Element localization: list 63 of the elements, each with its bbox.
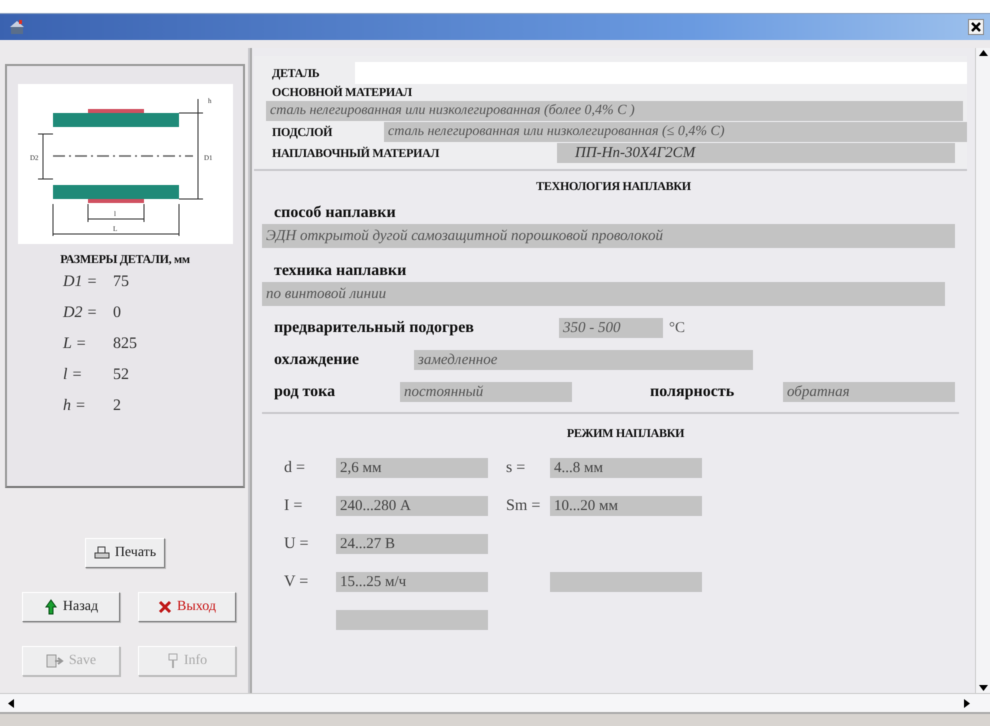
- parameter-label: I =: [284, 497, 304, 515]
- dimension-symbol: D2 =: [63, 304, 98, 322]
- sublayer-field[interactable]: сталь нелегированная или низколегированная (≤ 0,4% С): [384, 122, 967, 142]
- close-icon: [158, 600, 172, 614]
- dimension-value: 0: [113, 304, 121, 322]
- section-title: ТЕХНОЛОГИЯ НАПЛАВКИ: [535, 179, 692, 194]
- filler-material-field[interactable]: ПП-Нп-30Х4Г2СМ: [557, 143, 955, 163]
- parameter-field[interactable]: [336, 610, 488, 630]
- unit-label: °С: [669, 320, 686, 336]
- vertical-scrollbar[interactable]: [975, 48, 990, 693]
- sign-icon: [166, 653, 179, 669]
- parameter-field[interactable]: 4...8 мм: [550, 458, 702, 478]
- back-button[interactable]: Назад: [22, 592, 120, 622]
- house-icon: [10, 20, 24, 34]
- method-field[interactable]: ЭДН открытой дугой самозащитной порошковой проволокой: [262, 224, 955, 248]
- base-material-field[interactable]: сталь нелегированная или низколегированная (более 0,4% С ): [266, 101, 963, 121]
- print-button[interactable]: Печать: [84, 538, 166, 568]
- dimension-value: 52: [113, 366, 129, 384]
- arrow-up-icon: [44, 599, 58, 615]
- detail-label: ДЕТАЛЬ: [272, 66, 320, 80]
- preheat-field[interactable]: 350 - 500: [559, 318, 663, 338]
- dimension-value: 825: [113, 335, 137, 353]
- parameter-label: V =: [284, 573, 310, 591]
- current-type-label: род тока: [274, 383, 336, 401]
- dimension-symbol: L =: [63, 335, 88, 353]
- sublayer-label: ПОДСЛОЙ: [272, 124, 334, 140]
- horizontal-scrollbar[interactable]: [0, 693, 990, 712]
- exit-button[interactable]: Выход: [138, 592, 236, 622]
- parameter-label: d =: [284, 459, 306, 477]
- parameter-label: U =: [284, 535, 310, 553]
- technique-label: техника наплавки: [273, 262, 408, 280]
- scroll-down-icon[interactable]: [978, 685, 988, 691]
- polarity-label: полярность: [650, 383, 736, 401]
- parameter-field[interactable]: [550, 572, 702, 592]
- dimension-symbol: l =: [63, 366, 84, 384]
- method-label: способ наплавки: [273, 204, 397, 222]
- parameter-field[interactable]: 240...280 А: [336, 496, 488, 516]
- parameter-field[interactable]: 2,6 мм: [336, 458, 488, 478]
- cooling-field[interactable]: замедленное: [414, 350, 753, 370]
- parameter-field[interactable]: 10...20 мм: [550, 496, 702, 516]
- parameter-label: s =: [506, 459, 526, 477]
- dimension-value: 75: [113, 273, 129, 291]
- parameter-field[interactable]: 15...25 м/ч: [336, 572, 488, 592]
- close-button[interactable]: [968, 19, 984, 35]
- scroll-up-icon[interactable]: [978, 50, 988, 56]
- section-title: РЕЖИМ НАПЛАВКИ: [566, 426, 686, 441]
- dimension-value: 2: [113, 397, 121, 415]
- filler-material-label: НАПЛАВОЧНЫЙ МАТЕРИАЛ: [272, 146, 440, 160]
- polarity-field[interactable]: обратная: [783, 382, 955, 402]
- preheat-label: предварительный подогрев: [274, 319, 475, 337]
- cooling-label: охлаждение: [274, 351, 360, 369]
- scroll-right-icon[interactable]: [964, 698, 970, 708]
- dimension-symbol: h =: [63, 397, 87, 415]
- base-material-label: ОСНОВНОЙ МАТЕРИАЛ: [272, 85, 413, 100]
- scroll-left-icon[interactable]: [8, 698, 14, 708]
- parameter-field[interactable]: 24...27 В: [336, 534, 488, 554]
- export-icon: [46, 654, 64, 668]
- technique-field[interactable]: по винтовой линии: [262, 282, 945, 306]
- dimension-symbol: D1 =: [63, 273, 98, 291]
- current-type-field[interactable]: постоянный: [400, 382, 572, 402]
- printer-icon: [94, 546, 110, 560]
- parameter-label: Sm =: [506, 497, 542, 515]
- dimensions-title: РАЗМЕРЫ ДЕТАЛИ, мм: [60, 252, 190, 267]
